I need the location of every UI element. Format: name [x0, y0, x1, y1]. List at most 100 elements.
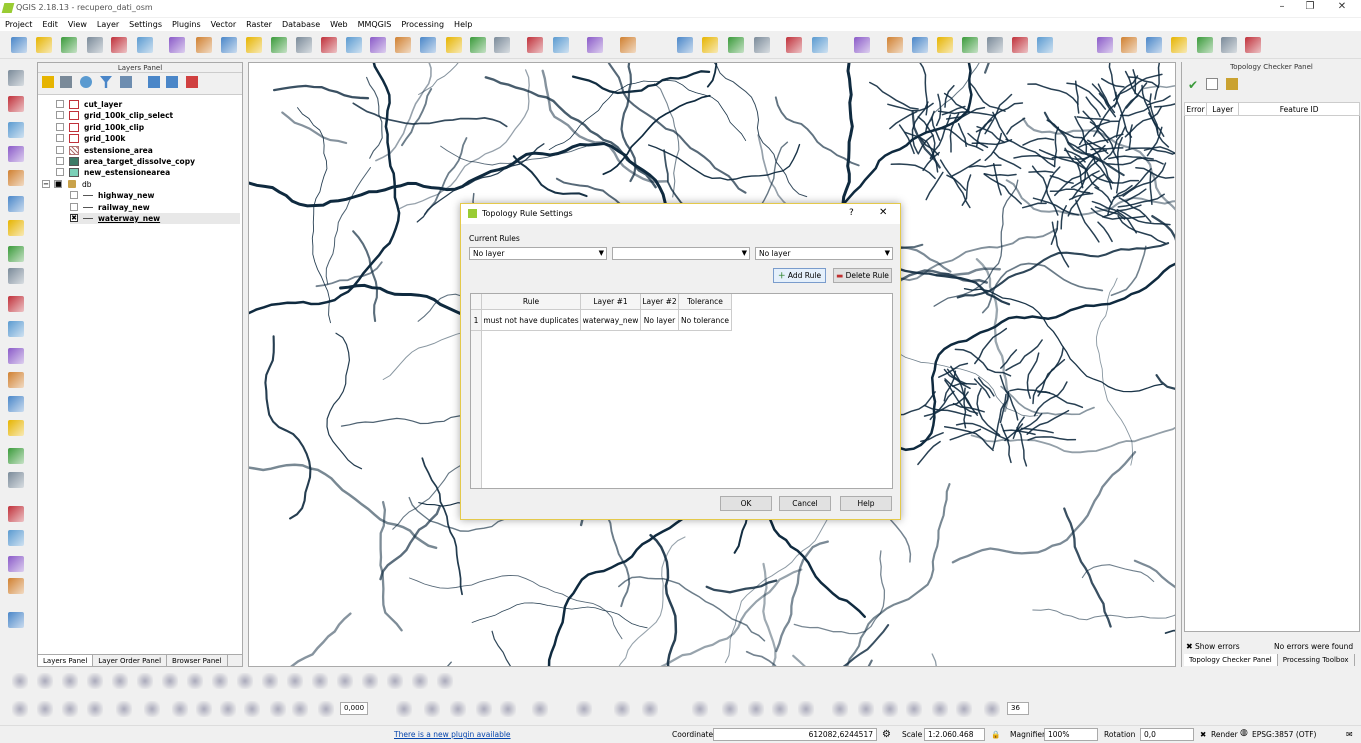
edit-tool-icon[interactable] [212, 673, 228, 689]
edit-tool-icon[interactable] [187, 673, 203, 689]
delete-rule-button[interactable]: ▬ Delete Rule [833, 268, 892, 283]
vertex-tool-icon[interactable] [1197, 37, 1213, 53]
menu-plugins[interactable]: Plugins [172, 18, 201, 31]
edit-tool-icon[interactable] [412, 673, 428, 689]
layer-visibility-checkbox[interactable]: ✖ [70, 214, 78, 222]
filter-expression-icon[interactable] [120, 76, 132, 88]
search-icon[interactable] [1221, 37, 1237, 53]
save-project-icon[interactable] [61, 37, 77, 53]
osm-icon[interactable] [8, 396, 24, 412]
edit-tool-icon[interactable] [116, 701, 132, 717]
layer-visibility-checkbox[interactable] [56, 168, 64, 177]
zoom-selection-icon[interactable] [346, 37, 362, 53]
edit-tool-icon[interactable] [144, 701, 160, 717]
plugin-update-link[interactable]: There is a new plugin available [394, 729, 511, 740]
close-window-button[interactable]: ✕ [1328, 1, 1356, 15]
cancel-button[interactable]: Cancel [779, 496, 831, 511]
column-header[interactable] [471, 294, 482, 310]
edit-tool-icon[interactable] [287, 673, 303, 689]
add-mssql-layer-icon[interactable] [8, 170, 24, 186]
layer-visibility-checkbox[interactable] [70, 202, 78, 211]
scale-combo[interactable]: 1:2.060.468 [924, 728, 985, 741]
edit-tool-icon[interactable] [450, 701, 466, 717]
wcs-icon[interactable] [8, 530, 24, 546]
add-raster-layer-icon[interactable] [8, 96, 24, 112]
table-cell[interactable]: No tolerance [679, 310, 732, 331]
identify-icon[interactable] [527, 37, 543, 53]
python-console-icon[interactable] [1037, 37, 1053, 53]
column-header[interactable]: Layer [1206, 102, 1240, 116]
layer2-select[interactable]: No layer ▼ [755, 247, 893, 260]
filter-icon[interactable] [100, 76, 112, 88]
db-manager-icon[interactable] [8, 506, 24, 522]
column-header[interactable]: Rule [482, 294, 581, 310]
rule-select[interactable]: ▼ [612, 247, 750, 260]
minimize-button[interactable]: – [1268, 1, 1296, 15]
deselect-icon[interactable] [620, 37, 636, 53]
raster-info-icon[interactable] [8, 448, 24, 464]
edit-tool-icon[interactable] [576, 701, 592, 717]
open-attribute-table-icon[interactable] [677, 37, 693, 53]
add-rule-button[interactable]: ＋ Add Rule [773, 268, 826, 283]
measure-line-icon[interactable] [754, 37, 770, 53]
pin-labels-icon[interactable] [912, 37, 928, 53]
edit-tool-icon[interactable] [220, 701, 236, 717]
edit-tool-icon[interactable] [532, 701, 548, 717]
menu-raster[interactable]: Raster [246, 18, 272, 31]
add-group-icon[interactable] [60, 76, 72, 88]
sides-spinbox[interactable]: 36 [1007, 702, 1029, 715]
edit-tool-icon[interactable] [196, 701, 212, 717]
column-header[interactable]: Feature ID [1238, 102, 1360, 116]
select-features-icon[interactable] [587, 37, 603, 53]
edit-tool-icon[interactable] [748, 701, 764, 717]
dialog-help-button[interactable]: ? [849, 208, 854, 218]
oracle-icon[interactable] [8, 472, 24, 488]
tab-processing-toolbox[interactable]: Processing Toolbox [1277, 654, 1355, 666]
edit-tool-icon[interactable] [396, 701, 412, 717]
edit-tool-icon[interactable] [932, 701, 948, 717]
offset-spinbox[interactable]: 0,000 [340, 702, 368, 715]
menu-mmqgis[interactable]: MMQGIS [358, 18, 392, 31]
edit-tool-icon[interactable] [292, 701, 308, 717]
text-annotation-icon[interactable] [812, 37, 828, 53]
tab-layer-order-panel[interactable]: Layer Order Panel [93, 655, 168, 666]
edit-tool-icon[interactable] [37, 701, 53, 717]
messages-icon[interactable]: ✉ [1346, 729, 1353, 740]
plugin-icon[interactable] [8, 612, 24, 628]
edit-tool-icon[interactable] [12, 701, 28, 717]
edit-tool-icon[interactable] [318, 701, 334, 717]
edit-tool-icon[interactable] [62, 701, 78, 717]
measure-icon[interactable] [553, 37, 569, 53]
layer-visibility-checkbox[interactable] [56, 157, 64, 165]
edit-tool-icon[interactable] [882, 701, 898, 717]
visibility-icon[interactable] [80, 76, 92, 88]
edit-tool-icon[interactable] [12, 673, 28, 689]
edit-tool-icon[interactable] [798, 701, 814, 717]
edit-tool-icon[interactable] [270, 701, 286, 717]
menu-vector[interactable]: Vector [211, 18, 237, 31]
expand-all-icon[interactable] [148, 76, 160, 88]
add-wfs-layer-icon[interactable] [8, 246, 24, 262]
menu-settings[interactable]: Settings [129, 18, 162, 31]
edit-tool-icon[interactable] [956, 701, 972, 717]
edit-tool-icon[interactable] [237, 673, 253, 689]
field-calculator-icon[interactable] [702, 37, 718, 53]
map-tips-icon[interactable] [786, 37, 802, 53]
column-header[interactable]: Error [1183, 102, 1208, 116]
menu-layer[interactable]: Layer [97, 18, 119, 31]
style-icon[interactable] [42, 76, 54, 88]
help-icon[interactable] [854, 37, 870, 53]
tab-browser-panel[interactable]: Browser Panel [167, 655, 228, 666]
edit-tool-icon[interactable] [722, 701, 738, 717]
edit-tool-icon[interactable] [244, 701, 260, 717]
group-collapse-toggle[interactable]: − [42, 179, 50, 188]
edit-tool-icon[interactable] [87, 701, 103, 717]
edit-tool-icon[interactable] [984, 701, 1000, 717]
topology-checker-icon[interactable] [1146, 37, 1162, 53]
pan-to-selection-icon[interactable] [221, 37, 237, 53]
lock-scale-icon[interactable]: 🔒 [991, 729, 1000, 740]
edit-tool-icon[interactable] [476, 701, 492, 717]
edit-tool-icon[interactable] [906, 701, 922, 717]
edit-tool-icon[interactable] [832, 701, 848, 717]
edit-tool-icon[interactable] [424, 701, 440, 717]
